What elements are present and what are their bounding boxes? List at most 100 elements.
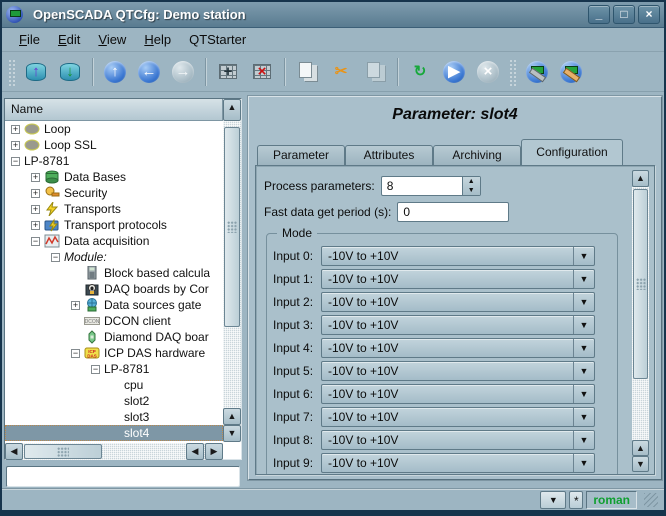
status-star-button[interactable]: * <box>569 491 583 509</box>
tab-attributes[interactable]: Attributes <box>345 145 433 165</box>
tree-item-data-bases[interactable]: +Data Bases <box>5 169 223 185</box>
add-item-button[interactable]: + <box>213 57 243 87</box>
load-from-db-button[interactable]: ↑ <box>21 57 51 87</box>
expand-icon[interactable]: + <box>31 189 40 198</box>
chevron-down-icon[interactable]: ▼ <box>573 247 594 265</box>
fast-data-period-field[interactable]: 0 <box>397 202 509 222</box>
tree-item-security[interactable]: +Security <box>5 185 223 201</box>
scroll-left-icon[interactable]: ◀ <box>5 443 23 460</box>
scroll-right-icon[interactable]: ▶ <box>205 443 223 460</box>
tree-item-transports[interactable]: +Transports <box>5 201 223 217</box>
tree-item-slot2[interactable]: slot2 <box>5 393 223 409</box>
cut-item-button[interactable]: ✂ <box>326 57 356 87</box>
input-0-mode-select[interactable]: -10V to +10V▼ <box>321 246 595 266</box>
process-parameters-spinner[interactable]: 8 ▲ ▼ <box>381 176 481 196</box>
qtcfg-configurator-button[interactable] <box>522 57 552 87</box>
menu-item-edit[interactable]: Edit <box>49 29 89 50</box>
tree-item-block-based-calcula[interactable]: Block based calcula <box>5 265 223 281</box>
tree-scrollbar-thumb[interactable] <box>224 127 240 327</box>
go-up-button[interactable]: ↑ <box>100 57 130 87</box>
scroll-left-icon[interactable]: ◀ <box>186 443 204 460</box>
tab-archiving[interactable]: Archiving <box>433 145 521 165</box>
tree-item-data-sources-gate[interactable]: +Data sources gate <box>5 297 223 313</box>
spin-up-icon[interactable]: ▲ <box>463 177 480 186</box>
tree-item-module[interactable]: −Module: <box>5 249 223 265</box>
collapse-icon[interactable]: − <box>91 365 100 374</box>
tree-item-icp-das-hardware[interactable]: −ICPDASICP DAS hardware <box>5 345 223 361</box>
scroll-up-icon[interactable]: ▲ <box>632 440 649 456</box>
tree-item-daq-boards-by-cor[interactable]: DAQ boards by Cor <box>5 281 223 297</box>
chevron-down-icon[interactable]: ▼ <box>573 339 594 357</box>
collapse-icon[interactable]: − <box>71 349 80 358</box>
input-7-mode-select[interactable]: -10V to +10V▼ <box>321 407 595 427</box>
stop-button[interactable]: × <box>473 57 503 87</box>
input-3-mode-select[interactable]: -10V to +10V▼ <box>321 315 595 335</box>
save-to-db-button[interactable]: ↓ <box>55 57 85 87</box>
scroll-up-icon[interactable]: ▲ <box>223 408 241 425</box>
tree-horizontal-scrollbar[interactable]: ◀ ◀ ▶ <box>5 443 223 460</box>
tree-item-slot4[interactable]: slot4 <box>5 425 223 441</box>
chevron-down-icon[interactable]: ▼ <box>573 270 594 288</box>
title-bar[interactable]: OpenSCADA QTCfg: Demo station _ □ × <box>2 2 664 28</box>
chevron-down-icon[interactable]: ▼ <box>573 385 594 403</box>
tree-item-data-acquisition[interactable]: −Data acquisition <box>5 233 223 249</box>
tree-item-dcon-client[interactable]: DCONDCON client <box>5 313 223 329</box>
spin-down-icon[interactable]: ▼ <box>463 186 480 195</box>
tab-parameter[interactable]: Parameter <box>257 145 345 165</box>
minimize-icon[interactable]: _ <box>588 5 610 24</box>
tree-item-slot3[interactable]: slot3 <box>5 409 223 425</box>
scroll-down-icon[interactable]: ▼ <box>223 425 241 442</box>
navigation-tree[interactable]: +Loop+Loop SSL−LP-8781+Data Bases+Securi… <box>5 121 223 443</box>
expand-icon[interactable]: + <box>11 141 20 150</box>
chevron-down-icon[interactable]: ▼ <box>573 362 594 380</box>
start-button[interactable]: ▶ <box>439 57 469 87</box>
expand-icon[interactable]: + <box>71 301 80 310</box>
expand-icon[interactable]: + <box>31 173 40 182</box>
status-dropdown-button[interactable]: ▼ <box>540 491 566 509</box>
resize-grip[interactable] <box>644 493 658 507</box>
panel-scrollbar-thumb[interactable] <box>633 189 648 379</box>
tab-configuration[interactable]: Configuration <box>521 139 623 165</box>
maximize-icon[interactable]: □ <box>613 5 635 24</box>
tree-item-transport-protocols[interactable]: +Transport protocols <box>5 217 223 233</box>
toolbar-handle[interactable] <box>508 58 517 86</box>
copy-item-button[interactable] <box>292 57 322 87</box>
input-6-mode-select[interactable]: -10V to +10V▼ <box>321 384 595 404</box>
menu-item-view[interactable]: View <box>89 29 135 50</box>
close-icon[interactable]: × <box>638 5 660 24</box>
scroll-up-icon[interactable]: ▲ <box>632 170 649 187</box>
refresh-button[interactable]: ↻ <box>405 57 435 87</box>
collapse-icon[interactable]: − <box>51 253 60 262</box>
tree-item-loop[interactable]: +Loop <box>5 121 223 137</box>
menu-item-help[interactable]: Help <box>135 29 180 50</box>
chevron-down-icon[interactable]: ▼ <box>573 408 594 426</box>
expand-icon[interactable]: + <box>31 205 40 214</box>
tree-item-cpu[interactable]: cpu <box>5 377 223 393</box>
input-9-mode-select[interactable]: -10V to +10V▼ <box>321 453 595 473</box>
tree-hscrollbar-thumb[interactable] <box>24 444 102 459</box>
go-back-button[interactable]: ← <box>134 57 164 87</box>
toolbar-handle[interactable] <box>7 58 16 86</box>
input-5-mode-select[interactable]: -10V to +10V▼ <box>321 361 595 381</box>
input-8-mode-select[interactable]: -10V to +10V▼ <box>321 430 595 450</box>
menu-item-file[interactable]: File <box>10 29 49 50</box>
expand-icon[interactable]: + <box>31 221 40 230</box>
menu-item-qtstarter[interactable]: QTStarter <box>180 29 255 50</box>
tree-item-lp-8781[interactable]: −LP-8781 <box>5 153 223 169</box>
tree-item-loop-ssl[interactable]: +Loop SSL <box>5 137 223 153</box>
tree-item-lp-8781[interactable]: −LP-8781 <box>5 361 223 377</box>
scroll-up-icon[interactable]: ▲ <box>223 99 241 121</box>
collapse-icon[interactable]: − <box>11 157 20 166</box>
process-parameters-value[interactable]: 8 <box>382 177 462 195</box>
tree-column-header[interactable]: Name <box>5 99 223 121</box>
chevron-down-icon[interactable]: ▼ <box>573 454 594 472</box>
chevron-down-icon[interactable]: ▼ <box>573 293 594 311</box>
input-1-mode-select[interactable]: -10V to +10V▼ <box>321 269 595 289</box>
collapse-icon[interactable]: − <box>31 237 40 246</box>
expand-icon[interactable]: + <box>11 125 20 134</box>
tree-item-diamond-daq-boar[interactable]: Diamond DAQ boar <box>5 329 223 345</box>
delete-item-button[interactable]: × <box>247 57 277 87</box>
go-forward-button[interactable]: → <box>168 57 198 87</box>
input-2-mode-select[interactable]: -10V to +10V▼ <box>321 292 595 312</box>
scroll-down-icon[interactable]: ▼ <box>632 456 649 472</box>
